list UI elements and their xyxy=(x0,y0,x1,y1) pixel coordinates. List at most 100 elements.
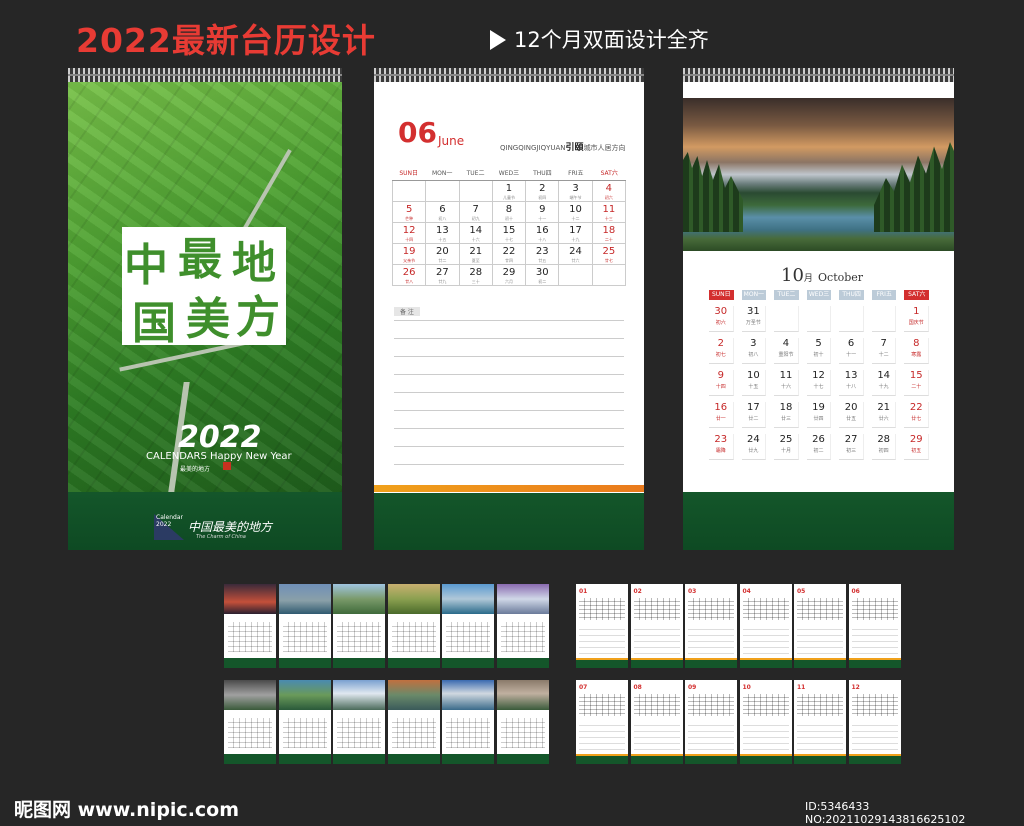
weekday-label: SUN日 xyxy=(709,290,734,300)
spiral-binding xyxy=(68,68,342,82)
day-cell: 4 初六 xyxy=(592,181,626,202)
thumbnail-grid xyxy=(851,598,898,620)
photo-month-thumbnail xyxy=(333,680,385,764)
day-number: 6 xyxy=(847,338,855,349)
thumbnail-notes xyxy=(633,720,680,754)
thumbnail-base xyxy=(387,658,440,668)
lunar-label: 廿六 xyxy=(878,416,889,422)
day-cell: 20 廿二 xyxy=(426,244,460,265)
photo-month-thumbnail xyxy=(387,584,440,668)
thumbnail-base xyxy=(739,660,792,668)
weekday-label: THU四 xyxy=(839,290,864,300)
day-cell: 19 父亲节 xyxy=(392,244,427,265)
day-cell: 6 初八 xyxy=(426,202,460,223)
day-number: 20 xyxy=(436,246,449,257)
lunar-label: 初四 xyxy=(878,448,889,454)
calligraphy-panel: 中 最 地 国 美 方 xyxy=(122,227,286,349)
photo-month-thumbnail xyxy=(442,584,494,668)
day-number: 9 xyxy=(539,204,546,215)
day-number: 7 xyxy=(472,204,479,215)
photo-month-thumbnail xyxy=(224,584,276,668)
day-cell: 17 十九 xyxy=(559,223,593,244)
day-cell: 1 国庆节 xyxy=(904,306,930,332)
day-number: 26 xyxy=(402,267,416,278)
day-cell: 28 三十 xyxy=(459,265,493,286)
month-word: October xyxy=(818,271,864,284)
day-cell: 31 万圣节 xyxy=(741,306,767,332)
thumbnail-photo xyxy=(224,584,276,614)
day-number: 16 xyxy=(714,402,728,413)
lunar-label: 初五 xyxy=(911,448,922,454)
calendar-cover: 中 最 地 国 美 方 2022 CALENDARS Happy New Yea… xyxy=(68,82,342,550)
note-line xyxy=(394,464,624,465)
month-header: 10月 October xyxy=(781,265,863,286)
thumbnail-base xyxy=(224,658,276,668)
thumbnail-base xyxy=(794,756,846,764)
lunar-label: 三十 xyxy=(471,279,480,284)
thumbnail-month-number: 07 xyxy=(579,684,588,691)
month-number: 10 xyxy=(781,265,804,286)
cover-small-text: 最美的地方 xyxy=(180,466,211,473)
day-number: 23 xyxy=(535,246,549,257)
cover-year: 2022 xyxy=(178,420,262,455)
thumbnail-photo xyxy=(278,680,331,710)
lunar-label: 初二 xyxy=(813,448,824,454)
photo-month-thumbnail xyxy=(278,584,331,668)
day-number: 15 xyxy=(502,225,516,236)
june-month-grid: SUN日 MON一 TUE二 WED三 THU四 FRI五 SAT六 1 儿童节 2 初四 3 端午节 4… xyxy=(392,168,626,286)
page-title: 2022最新台历设计 xyxy=(76,21,376,60)
thumbnail-base xyxy=(576,756,628,764)
thumbnail-notes xyxy=(633,624,680,658)
weekday-label: FRI五 xyxy=(568,170,584,177)
day-number: 28 xyxy=(469,267,483,278)
photo-month-thumbnail xyxy=(496,680,549,764)
lunar-label: 廿九 xyxy=(438,279,447,284)
thumbnail-photo xyxy=(387,680,440,710)
day-number: 1 xyxy=(505,183,513,194)
note-line xyxy=(394,446,624,447)
day-number: 21 xyxy=(877,402,891,413)
thumbnail-grid xyxy=(633,598,680,620)
thumbnail-grid xyxy=(579,694,625,716)
day-cell: 26 初二 xyxy=(806,434,832,460)
day-cell: 2 初四 xyxy=(526,181,560,202)
week-row: 26 廿八 27 廿九 28 三十 29 六月 30 初二 xyxy=(392,265,626,286)
lunar-label: 父亲节 xyxy=(403,258,416,263)
day-cell xyxy=(871,306,897,332)
photo-month-thumbnail xyxy=(387,680,440,764)
thumbnail-grid xyxy=(688,598,734,620)
week-row: 2 初七 3 初八 4 重阳节 5 初十 6 十一 7 十二 8 寒露 xyxy=(705,332,933,364)
photo-month-thumbnail xyxy=(278,680,331,764)
thumbnail-notes xyxy=(742,624,789,658)
weekday-label: WED三 xyxy=(498,170,520,177)
thumbnail-notes xyxy=(688,720,734,754)
watermark-right: ID:5346433 NO:20211029143816625102 xyxy=(805,800,966,826)
photo-month-thumbnail xyxy=(224,680,276,764)
base-year: 2022 xyxy=(156,521,172,528)
lunar-label: 端午节 xyxy=(569,195,582,200)
calligraphy-char: 国 xyxy=(132,298,176,349)
day-cell: 12 十七 xyxy=(806,370,832,396)
day-cell: 16 廿一 xyxy=(709,402,734,428)
day-number: 25 xyxy=(602,246,616,257)
day-cell: 1 儿童节 xyxy=(492,181,527,202)
lunar-label: 廿四 xyxy=(504,258,513,263)
base-label: Calendar xyxy=(156,514,183,521)
day-cell: 8 寒露 xyxy=(904,338,930,364)
calligraphy-char: 最 xyxy=(178,234,222,285)
week-row: 9 十四 10 十五 11 十六 12 十七 13 十八 14 十九 15 二十 xyxy=(705,364,933,396)
grid-month-thumbnail: 07 xyxy=(576,680,628,764)
day-cell: 23 霜降 xyxy=(709,434,734,460)
day-number: 29 xyxy=(909,434,923,445)
lunar-label: 初六 xyxy=(604,195,613,200)
day-cell: 13 十五 xyxy=(426,223,460,244)
day-number: 12 xyxy=(402,225,416,236)
calligraphy-char: 方 xyxy=(236,292,280,343)
day-cell: 18 廿三 xyxy=(774,402,799,428)
lunar-label: 初八 xyxy=(438,216,447,221)
thumbnail-base xyxy=(442,754,494,764)
week-row: 12 十四 13 十五 14 十六 15 十七 16 十八 17 十九 18 二十 xyxy=(392,223,626,244)
calendar-base xyxy=(683,492,954,550)
thumbnail-notes xyxy=(742,720,789,754)
subtitle-text: 12个月双面设计全齐 xyxy=(514,28,709,52)
